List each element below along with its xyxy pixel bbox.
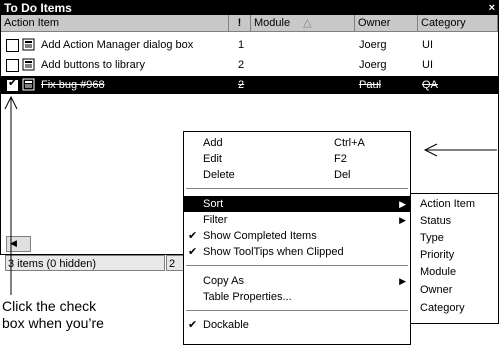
- menu-item-label: Table Properties...: [203, 291, 292, 303]
- submenu-item-action-item[interactable]: Action Item: [411, 196, 498, 212]
- submenu-item-priority[interactable]: Priority: [411, 247, 498, 263]
- menu-item-shortcut: Ctrl+A: [334, 137, 365, 149]
- callout-caption: Click the check box when you’re: [2, 298, 104, 332]
- checkmark-icon: ✔: [188, 319, 198, 331]
- menu-item-label: Edit: [203, 153, 222, 165]
- submenu-arrow-icon: ▶: [399, 199, 406, 209]
- menu-item-label: Category: [420, 302, 465, 314]
- checkmark-icon: ✔: [188, 246, 198, 258]
- menu-item-label: Add: [203, 137, 223, 149]
- submenu-item-module[interactable]: Module: [411, 264, 498, 280]
- caption-line: Click the check: [2, 298, 97, 314]
- menu-item-filter[interactable]: Filter ▶: [184, 212, 410, 228]
- submenu-item-category[interactable]: Category: [411, 300, 498, 316]
- context-menu: Add Ctrl+A Edit F2 Delete Del Sort ▶ Filter ▶…: [183, 131, 411, 345]
- menu-item-table-properties[interactable]: Table Properties...: [184, 289, 410, 305]
- menu-item-show-completed[interactable]: ✔ Show Completed Items: [184, 228, 410, 244]
- submenu-item-owner[interactable]: Owner: [411, 282, 498, 298]
- menu-separator: [186, 265, 408, 266]
- menu-item-sort[interactable]: Sort ▶: [184, 196, 410, 212]
- submenu-item-type[interactable]: Type: [411, 230, 498, 246]
- menu-separator: [186, 188, 408, 189]
- menu-item-shortcut: Del: [334, 169, 351, 181]
- checkmark-icon: ✔: [188, 230, 198, 242]
- menu-item-label: Show ToolTips when Clipped: [203, 246, 344, 258]
- menu-item-label: Show Completed Items: [203, 230, 317, 242]
- menu-item-show-tooltips[interactable]: ✔ Show ToolTips when Clipped: [184, 244, 410, 260]
- menu-separator: [186, 310, 408, 311]
- menu-item-label: Delete: [203, 169, 235, 181]
- menu-item-label: Type: [420, 232, 444, 244]
- menu-item-shortcut: F2: [334, 153, 347, 165]
- menu-item-label: Owner: [420, 284, 453, 296]
- menu-item-label: Module: [420, 266, 457, 278]
- submenu-arrow-icon: ▶: [399, 215, 406, 225]
- menu-item-label: Sort: [203, 198, 224, 210]
- menu-item-label: Copy As: [203, 275, 244, 287]
- submenu-item-status[interactable]: Status: [411, 213, 498, 229]
- menu-item-edit[interactable]: Edit F2: [184, 151, 410, 167]
- menu-item-label: Dockable: [203, 319, 249, 331]
- menu-item-add[interactable]: Add Ctrl+A: [184, 135, 410, 151]
- caption-line: box when you’re: [2, 315, 104, 331]
- submenu-arrow-icon: ▶: [399, 276, 406, 286]
- menu-item-label: Status: [420, 215, 452, 227]
- menu-item-label: Filter: [203, 214, 228, 226]
- sort-submenu: Action Item Status Type Priority Module …: [410, 193, 499, 324]
- menu-item-label: Priority: [420, 249, 455, 261]
- menu-item-label: Action Item: [420, 198, 476, 210]
- menu-item-delete[interactable]: Delete Del: [184, 167, 410, 183]
- menu-item-dockable[interactable]: ✔ Dockable: [184, 317, 410, 333]
- menu-item-copy-as[interactable]: Copy As ▶: [184, 273, 410, 289]
